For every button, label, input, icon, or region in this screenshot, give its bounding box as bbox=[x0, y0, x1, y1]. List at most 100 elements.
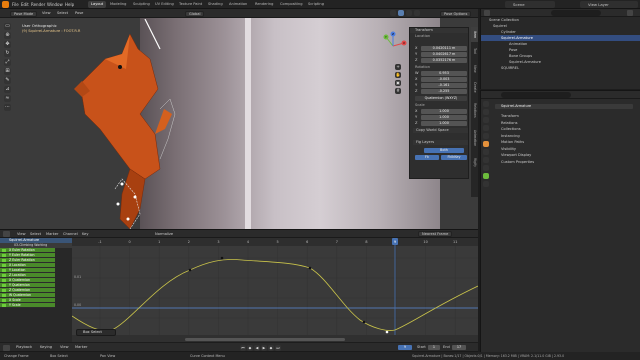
tab-item[interactable]: Item bbox=[471, 27, 478, 42]
orientation-dropdown[interactable]: Global bbox=[185, 10, 205, 17]
keyframe[interactable] bbox=[362, 320, 366, 324]
squirrel-model[interactable] bbox=[60, 19, 200, 229]
section-custom-properties[interactable]: Custom Properties bbox=[493, 159, 638, 166]
grid-icon[interactable]: # bbox=[395, 88, 401, 94]
tab-animation-n[interactable]: Animation bbox=[471, 124, 478, 152]
relax-icon[interactable]: ≈ bbox=[4, 95, 11, 102]
next-key-icon[interactable]: ◆ bbox=[268, 344, 274, 351]
tab-scripting[interactable]: Scripting bbox=[305, 1, 327, 8]
timeline-menu-keying[interactable]: Keying bbox=[40, 345, 52, 350]
location-x-field[interactable]: 0.0420111 m bbox=[421, 46, 467, 51]
rotation-y-field[interactable]: -0.161 bbox=[421, 83, 467, 88]
menu-help[interactable]: Help bbox=[65, 2, 74, 7]
properties-search-input[interactable] bbox=[501, 92, 571, 98]
wireframe-icon[interactable] bbox=[390, 10, 396, 16]
viewport-menu-view[interactable]: View bbox=[42, 11, 51, 16]
rotation-x-field[interactable]: -0.003 bbox=[421, 77, 467, 82]
tab-layout[interactable]: Layout bbox=[88, 1, 107, 8]
end-frame-field[interactable]: 17 bbox=[452, 345, 466, 350]
location-y-field[interactable]: 0.0402617 m bbox=[421, 52, 467, 57]
output-tab-icon[interactable] bbox=[483, 117, 489, 123]
outliner-item-squirrel-mesh[interactable]: SQUIRREL bbox=[481, 65, 640, 71]
outliner-search-input[interactable] bbox=[551, 10, 601, 16]
modifiers-tab-icon[interactable] bbox=[483, 149, 489, 155]
timeline-menu-playback[interactable]: Playback bbox=[16, 345, 32, 350]
tab-tool[interactable]: Tool bbox=[471, 44, 478, 59]
bone-tab-icon[interactable] bbox=[483, 181, 489, 187]
navigation-gizmo[interactable]: X Y Z bbox=[378, 31, 408, 61]
graph-scrollbar[interactable] bbox=[185, 338, 345, 341]
graph-menu-marker[interactable]: Marker bbox=[46, 232, 58, 237]
copy-world-space-panel[interactable]: Copy World Space bbox=[413, 128, 468, 133]
scene-selector[interactable]: Scene bbox=[505, 1, 555, 8]
rotation-z-field[interactable]: -0.255 bbox=[421, 89, 467, 94]
scale-z-field[interactable]: 1.000 bbox=[421, 121, 467, 126]
pan-icon[interactable]: ✋ bbox=[395, 72, 401, 78]
cursor-icon[interactable]: ⊕ bbox=[4, 32, 11, 39]
viewport-menu-select[interactable]: Select bbox=[57, 11, 68, 16]
3d-viewport[interactable]: Pose Mode View Select Pose Global Pose O… bbox=[0, 9, 478, 229]
tab-view[interactable]: View bbox=[471, 61, 478, 76]
pivot-dropdown[interactable]: Nearest Frame bbox=[418, 231, 453, 237]
play-reverse-icon[interactable]: ◀ bbox=[254, 344, 260, 351]
keyframe[interactable] bbox=[220, 256, 224, 260]
graph-menu-view[interactable]: View bbox=[17, 232, 26, 237]
object-tab-icon[interactable] bbox=[483, 141, 489, 147]
tab-sculpting[interactable]: Sculpting bbox=[130, 1, 153, 8]
timeline-editor-icon[interactable] bbox=[3, 344, 10, 351]
fk-button[interactable]: Fk bbox=[415, 155, 439, 160]
physics-tab-icon[interactable] bbox=[483, 157, 489, 163]
fkikkey-button[interactable]: FkIkKey bbox=[441, 155, 467, 160]
render-tab-icon[interactable] bbox=[483, 109, 489, 115]
channel-row[interactable]: Y Scale bbox=[0, 303, 55, 308]
rotation-mode-dropdown[interactable]: Quaternion (WXYZ) bbox=[415, 96, 467, 101]
both-button[interactable]: Both bbox=[424, 148, 464, 153]
jump-end-icon[interactable]: ⏭ bbox=[275, 344, 281, 351]
tab-shading[interactable]: Shading bbox=[205, 1, 226, 8]
mode-dropdown[interactable]: Pose Mode bbox=[10, 10, 38, 17]
select-box-icon[interactable]: ▭ bbox=[4, 23, 11, 30]
scene-tab-icon[interactable] bbox=[483, 125, 489, 131]
viewport-menu-pose[interactable]: Pose bbox=[75, 11, 83, 16]
keyframe-selected[interactable] bbox=[385, 330, 389, 334]
graph-menu-key[interactable]: Key bbox=[82, 232, 89, 237]
menu-window[interactable]: Window bbox=[47, 2, 63, 7]
tab-uv-editing[interactable]: UV Editing bbox=[152, 1, 177, 8]
menu-edit[interactable]: Edit bbox=[21, 2, 29, 7]
rotation-w-field[interactable]: 0.953 bbox=[421, 71, 467, 76]
fig-layers-panel[interactable]: Fig Layers bbox=[413, 140, 468, 145]
rendered-icon[interactable] bbox=[414, 10, 420, 16]
constraints-tab-icon[interactable] bbox=[483, 165, 489, 171]
graph-menu-channel[interactable]: Channel bbox=[63, 232, 78, 237]
current-frame-field[interactable]: 9 bbox=[398, 345, 412, 350]
prev-key-icon[interactable]: ◆ bbox=[247, 344, 253, 351]
measure-icon[interactable]: ⊿ bbox=[4, 86, 11, 93]
tab-compositing[interactable]: Compositing bbox=[277, 1, 306, 8]
graph-editor-type-icon[interactable] bbox=[3, 231, 10, 237]
rotate-icon[interactable]: ↻ bbox=[4, 50, 11, 57]
world-tab-icon[interactable] bbox=[483, 133, 489, 139]
transform-icon[interactable]: ⊞ bbox=[4, 68, 11, 75]
pose-options-button[interactable]: Pose Options bbox=[440, 10, 472, 17]
camera-icon[interactable]: ▣ bbox=[395, 80, 401, 86]
scale-icon[interactable]: ⤢ bbox=[4, 59, 11, 66]
annotate-icon[interactable]: ✎ bbox=[4, 77, 11, 84]
object-name-field[interactable]: Squirrel-Armature bbox=[495, 104, 633, 109]
tool-tab-icon[interactable] bbox=[483, 101, 489, 107]
location-z-field[interactable]: 0.0352176 m bbox=[421, 58, 467, 63]
outliner-editor-icon[interactable] bbox=[484, 10, 490, 16]
graph-menu-select[interactable]: Select bbox=[30, 232, 41, 237]
solid-icon[interactable] bbox=[398, 10, 404, 16]
tab-relations[interactable]: Relations bbox=[471, 98, 478, 122]
timeline-menu-view[interactable]: View bbox=[60, 345, 69, 350]
tab-create[interactable]: Create bbox=[471, 78, 478, 96]
normalize-toggle[interactable]: Normalize bbox=[155, 232, 173, 237]
keyframe[interactable] bbox=[188, 268, 192, 272]
armature-data-tab-icon[interactable] bbox=[483, 173, 489, 179]
start-frame-field[interactable]: 1 bbox=[428, 345, 440, 350]
tab-rigify[interactable]: Rigify bbox=[471, 154, 478, 170]
menu-render[interactable]: Render bbox=[31, 2, 45, 7]
material-icon[interactable] bbox=[406, 10, 412, 16]
scale-x-field[interactable]: 1.000 bbox=[421, 109, 467, 114]
menu-file[interactable]: File bbox=[12, 2, 19, 7]
